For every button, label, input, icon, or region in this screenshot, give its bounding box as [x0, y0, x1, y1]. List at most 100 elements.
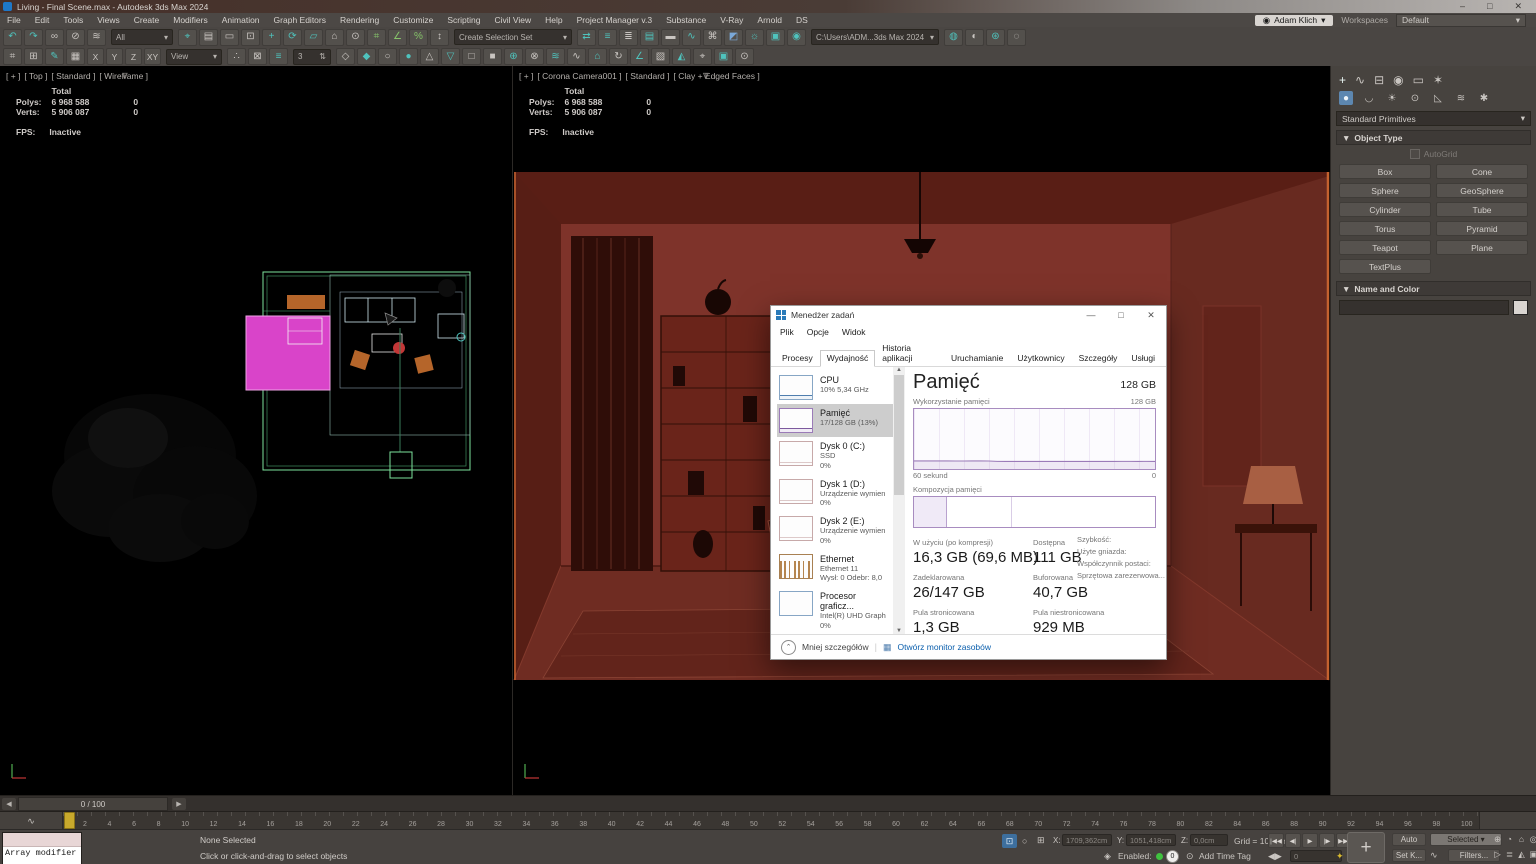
angle-snap-icon[interactable]: ∠ [388, 29, 407, 46]
maxscript-mini-listener[interactable]: Array modifier [2, 832, 82, 864]
viewport-label-part[interactable]: [ Top ] [24, 71, 47, 81]
menu-item[interactable]: File [0, 15, 28, 25]
steps-spinner[interactable]: 3⇅ [293, 49, 331, 65]
snap-3d-icon[interactable]: ✎ [45, 48, 64, 65]
tm-menu-item[interactable]: Widok [837, 326, 871, 338]
frame-back-button[interactable]: ◀ [2, 798, 16, 810]
menu-item[interactable]: Graph Editors [267, 15, 333, 25]
tm-menu-item[interactable]: Opcje [802, 326, 834, 338]
axis-constraint-button[interactable]: X [87, 48, 104, 65]
shield-icon[interactable]: ◈ [1104, 851, 1111, 862]
absolute-mode-transform-icon[interactable]: ⊞ [1037, 835, 1045, 846]
render-shortcut-icon[interactable]: ⊛ [986, 29, 1005, 46]
tool-icon-12[interactable]: ∿ [567, 48, 586, 65]
tm-tab[interactable]: Uruchamianie [944, 350, 1010, 367]
scrollbar-thumb[interactable] [894, 375, 904, 495]
autogrid-checkbox[interactable]: AutoGrid [1331, 147, 1536, 161]
frame-range-display[interactable]: 0 / 100 [18, 797, 168, 811]
menu-item[interactable]: Scripting [440, 15, 487, 25]
tool-icon-2[interactable]: ◆ [357, 48, 376, 65]
tm-close-icon[interactable]: ✕ [1136, 306, 1166, 324]
isolate-selection-toggle[interactable]: ⊡ [1002, 834, 1017, 848]
time-tag-icon[interactable]: ⊙ [1186, 851, 1194, 862]
create-tab[interactable]: + [1339, 73, 1346, 87]
tm-tab[interactable]: Usługi [1124, 350, 1162, 367]
tool-icon-4[interactable]: ● [399, 48, 418, 65]
align-icon[interactable]: ≡ [598, 29, 617, 46]
viewport-label-part[interactable]: [ Corona Camera001 ] [537, 71, 621, 81]
menu-item[interactable]: Substance [659, 15, 713, 25]
tool-icon-15[interactable]: ∠ [630, 48, 649, 65]
menu-item[interactable]: Edit [28, 15, 57, 25]
viewport-label-part[interactable]: [ Standard ] [626, 71, 670, 81]
tool-icon-3[interactable]: ○ [378, 48, 397, 65]
menu-item[interactable]: Tools [56, 15, 90, 25]
tm-sidebar-disk1[interactable]: Dysk 1 (D:) Urządzenie wymienne 0% [777, 475, 893, 513]
tool-icon-17[interactable]: ◭ [672, 48, 691, 65]
primitive-button[interactable]: Torus [1339, 221, 1431, 236]
auto-key-button[interactable]: Auto [1392, 833, 1426, 846]
tool-icon-11[interactable]: ≋ [546, 48, 565, 65]
menu-item[interactable]: Arnold [750, 15, 789, 25]
grid-toggle-icon[interactable]: ⊠ [248, 48, 267, 65]
helpers-category[interactable]: ◺ [1431, 91, 1445, 105]
frame-step-arrows[interactable]: ◀▶ [1268, 851, 1282, 862]
menu-item[interactable]: Help [538, 15, 569, 25]
redo-icon[interactable]: ↷ [24, 29, 43, 46]
snaps-toggle-icon[interactable]: ⌗ [367, 29, 386, 46]
workspace-dropdown[interactable]: Default▾ [1396, 14, 1526, 27]
notification-count-badge[interactable]: 0 [1166, 850, 1179, 863]
create-selection-set-dropdown[interactable]: Create Selection Set▾ [454, 29, 572, 45]
primitives-category-dropdown[interactable]: Standard Primitives▾ [1336, 111, 1531, 126]
shapes-category[interactable]: ◡ [1362, 91, 1376, 105]
axis-constraint-button[interactable]: Y [106, 48, 123, 65]
cameras-category[interactable]: ⊙ [1408, 91, 1422, 105]
render-production-icon[interactable]: ◉ [787, 29, 806, 46]
select-object-icon[interactable]: ⌖ [178, 29, 197, 46]
tool-icon-20[interactable]: ⊙ [735, 48, 754, 65]
tool-icon-7[interactable]: □ [462, 48, 481, 65]
display-tab[interactable]: ▭ [1413, 73, 1424, 87]
viewport-label-part[interactable]: [ Standard ] [51, 71, 95, 81]
percent-snap-icon[interactable]: % [409, 29, 428, 46]
orbit-icon[interactable]: ≣ [1504, 847, 1515, 861]
tm-tab[interactable]: Historia aplikacji [875, 340, 944, 367]
axis-constraint-button[interactable]: XY [144, 48, 161, 65]
set-key-button[interactable]: Set K... [1392, 849, 1426, 862]
tm-sidebar-gpu[interactable]: Procesor graficz... Intel(R) UHD Graphic… [777, 587, 893, 634]
menu-item[interactable]: DS [789, 15, 815, 25]
tm-tab[interactable]: Użytkownicy [1010, 350, 1071, 367]
tm-sidebar-disk0[interactable]: Dysk 0 (C:) SSD 0% [777, 437, 893, 475]
viewport-label-part[interactable]: [ + ] [6, 71, 20, 81]
z-coordinate-field[interactable]: 0,0cm [1190, 834, 1228, 846]
timeline-ruler[interactable]: ∿ 24681012141618202224262830323436384042… [0, 811, 1536, 830]
zoom-extents-icon[interactable]: ⌂ [1516, 832, 1527, 846]
batch-render-icon[interactable]: ◌ [1007, 29, 1026, 46]
tool-icon-6[interactable]: ▽ [441, 48, 460, 65]
hierarchy-tab[interactable]: ⊟ [1374, 73, 1384, 87]
use-pivot-center-icon[interactable]: ⊙ [346, 29, 365, 46]
tm-sidebar-memory[interactable]: Pamięć 17/128 GB (13%) [777, 404, 893, 437]
tm-tab[interactable]: Procesy [775, 350, 820, 367]
material-editor-icon[interactable]: ◩ [724, 29, 743, 46]
name-and-color-rollout[interactable]: ▼ Name and Color [1336, 281, 1531, 296]
tm-sidebar-ethernet[interactable]: Ethernet Ethernet 11 Wysł: 0 Odebr: 8,0 [777, 550, 893, 588]
viewport-label-right[interactable]: [ + ][ Corona Camera001 ][ Standard ][ C… [519, 71, 760, 81]
tm-maximize-icon[interactable]: □ [1106, 306, 1136, 324]
collapse-details-icon[interactable]: ⌃ [781, 640, 796, 655]
unlink-selection-icon[interactable]: ⊘ [66, 29, 85, 46]
select-and-link-icon[interactable]: ∞ [45, 29, 64, 46]
undo-icon[interactable]: ↶ [3, 29, 22, 46]
frame-forward-button[interactable]: ▶ [172, 798, 186, 810]
material-override-icon[interactable]: ◍ [944, 29, 963, 46]
next-frame-button[interactable]: |▶ [1319, 833, 1335, 848]
snap-25d-icon[interactable]: ⊞ [24, 48, 43, 65]
primitive-button[interactable]: Pyramid [1436, 221, 1528, 236]
tool-icon-16[interactable]: ▧ [651, 48, 670, 65]
array-icon[interactable]: ≡ [269, 48, 288, 65]
tm-sidebar-disk2[interactable]: Dysk 2 (E:) Urządzenie wymienne 0% [777, 512, 893, 550]
time-slider[interactable] [64, 812, 75, 829]
current-frame-field[interactable]: 0 [1290, 850, 1342, 862]
object-type-rollout[interactable]: ▼ Object Type [1336, 130, 1531, 145]
curve-editor-icon[interactable]: ∿ [682, 29, 701, 46]
